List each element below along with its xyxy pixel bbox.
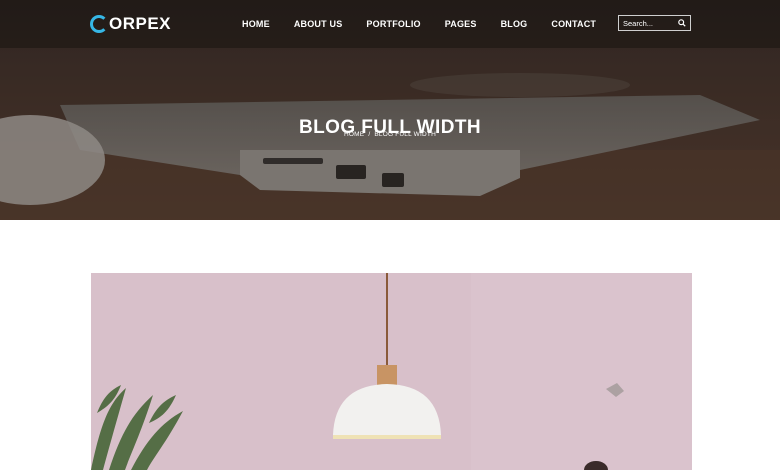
page-hero: ORPEX HOME ABOUT US PORTFOLIO PAGES BLOG… <box>0 0 780 220</box>
search-box <box>618 15 691 31</box>
nav-item-pages[interactable]: PAGES <box>445 19 477 29</box>
nav-item-home[interactable]: HOME <box>242 19 270 29</box>
top-navigation-bar: ORPEX HOME ABOUT US PORTFOLIO PAGES BLOG… <box>0 0 780 48</box>
breadcrumb-separator: / <box>368 131 371 138</box>
nav-item-contact[interactable]: CONTACT <box>551 19 596 29</box>
main-nav: HOME ABOUT US PORTFOLIO PAGES BLOG CONTA… <box>230 0 608 48</box>
nav-item-about-us[interactable]: ABOUT US <box>294 19 343 29</box>
logo-text: ORPEX <box>109 14 172 33</box>
site-logo[interactable]: ORPEX <box>90 12 171 36</box>
nav-item-blog[interactable]: BLOG <box>501 19 528 29</box>
logo-c-icon <box>90 15 108 33</box>
breadcrumb: HOME / BLOG FULL WIDTH <box>0 131 780 138</box>
pendant-lamp-photo <box>91 273 692 470</box>
search-input[interactable] <box>619 16 681 30</box>
breadcrumb-current: BLOG FULL WIDTH <box>374 131 436 138</box>
nav-item-portfolio[interactable]: PORTFOLIO <box>366 19 420 29</box>
breadcrumb-home-link[interactable]: HOME <box>344 131 364 138</box>
blog-post-image[interactable] <box>91 273 692 470</box>
search-icon[interactable] <box>678 19 686 27</box>
